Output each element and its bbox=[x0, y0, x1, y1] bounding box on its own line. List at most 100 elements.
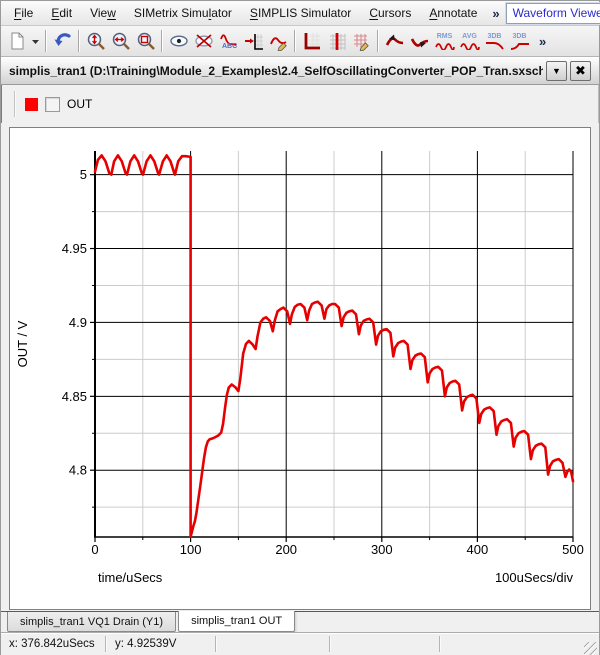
zoom-box-icon bbox=[136, 31, 156, 51]
label-curve-icon: ABC bbox=[219, 31, 239, 51]
rms-icon-label: RMS bbox=[437, 33, 453, 40]
toolbar: ABC RMS AVG 3DB 3DB » bbox=[1, 26, 599, 57]
statusbar-separator bbox=[215, 636, 217, 652]
db-low-icon-label: 3DB bbox=[487, 33, 501, 40]
svg-text:100uSecs/div: 100uSecs/div bbox=[495, 570, 574, 585]
show-curve-button[interactable] bbox=[166, 28, 191, 54]
tab-simplis-tran1-vq1-drain-y1[interactable]: simplis_tran1 VQ1 Drain (Y1) bbox=[7, 612, 176, 632]
menu-item-simplis-simulator[interactable]: SIMPLIS Simulator bbox=[241, 3, 360, 23]
svg-text:4.9: 4.9 bbox=[69, 315, 87, 330]
toolbar-separator bbox=[45, 30, 47, 52]
hide-curve-button[interactable] bbox=[191, 28, 216, 54]
add-axis-button[interactable] bbox=[241, 28, 266, 54]
show-curve-icon bbox=[169, 31, 189, 51]
label-curve-button[interactable]: ABC bbox=[216, 28, 241, 54]
toolbar-separator bbox=[78, 30, 80, 52]
legend-strip: OUT bbox=[1, 85, 599, 123]
status-bar: x: 376.842uSecs y: 4.92539V bbox=[1, 632, 599, 655]
svg-text:300: 300 bbox=[371, 542, 393, 557]
curve-up-button[interactable] bbox=[382, 28, 407, 54]
graph-tabs: simplis_tran1 VQ1 Drain (Y1)simplis_tran… bbox=[1, 612, 599, 632]
zoom-x-icon bbox=[111, 31, 131, 51]
svg-text:5: 5 bbox=[80, 167, 87, 182]
cursor-x-readout: x: 376.842uSecs bbox=[1, 638, 105, 650]
new-document-icon bbox=[7, 31, 27, 51]
undo-button[interactable] bbox=[50, 28, 75, 54]
zoom-y-button[interactable] bbox=[83, 28, 108, 54]
curve-down-icon bbox=[410, 31, 430, 51]
toolbar-overflow-chevron-icon[interactable]: » bbox=[534, 34, 551, 49]
dropdown-caret-icon bbox=[31, 31, 40, 51]
svg-text:400: 400 bbox=[467, 542, 489, 557]
waveform-plot[interactable]: 5 4.95 4.9 4.85 4.8 0 100 200 300 400 500 time/uSec… bbox=[10, 128, 592, 609]
cursor-y-readout: y: 4.92539V bbox=[107, 638, 215, 650]
svg-text:OUT / V: OUT / V bbox=[15, 320, 30, 367]
menu-item-annotate[interactable]: Annotate bbox=[420, 3, 486, 23]
new-document-button[interactable] bbox=[4, 28, 29, 54]
zoom-box-button[interactable] bbox=[133, 28, 158, 54]
viewer-mode-select[interactable]: Waveform Viewer ▼ bbox=[506, 3, 600, 24]
svg-text:ABC: ABC bbox=[222, 43, 237, 50]
menu-item-view[interactable]: View bbox=[81, 3, 125, 23]
close-graph-button[interactable]: ✖ bbox=[570, 61, 591, 81]
rms-button[interactable]: RMS bbox=[432, 28, 457, 54]
undo-icon bbox=[53, 31, 73, 51]
legend-groove bbox=[14, 91, 16, 117]
db-high-icon-label: 3DB bbox=[512, 33, 526, 40]
db-high-button[interactable]: 3DB bbox=[507, 28, 532, 54]
menu-item-cursors[interactable]: Cursors bbox=[360, 3, 420, 23]
add-grid-icon bbox=[327, 31, 347, 51]
toolbar-separator bbox=[161, 30, 163, 52]
graph-title-bar: simplis_tran1 (D:\Training\Module_2_Exam… bbox=[1, 57, 599, 85]
svg-text:4.95: 4.95 bbox=[62, 241, 87, 256]
edit-grid-icon bbox=[352, 31, 372, 51]
curve-color-swatch bbox=[25, 98, 38, 111]
svg-text:500: 500 bbox=[562, 542, 584, 557]
menu-item-edit[interactable]: Edit bbox=[42, 3, 81, 23]
db-high-icon bbox=[510, 40, 530, 50]
menu-items: FileEditViewSIMetrix SimulatorSIMPLIS Si… bbox=[5, 3, 486, 23]
zoom-y-icon bbox=[86, 31, 106, 51]
curve-up-icon bbox=[385, 31, 405, 51]
tab-simplis-tran1-out[interactable]: simplis_tran1 OUT bbox=[178, 611, 295, 632]
add-y-axis-icon bbox=[302, 31, 322, 51]
svg-text:4.8: 4.8 bbox=[69, 463, 87, 478]
waveform-viewer-window: FileEditViewSIMetrix SimulatorSIMPLIS Si… bbox=[0, 0, 600, 655]
avg-icon bbox=[460, 40, 480, 50]
viewer-mode-value: Waveform Viewer bbox=[507, 6, 600, 20]
statusbar-separator bbox=[329, 636, 331, 652]
add-grid-button[interactable] bbox=[324, 28, 349, 54]
edit-curve-button[interactable] bbox=[266, 28, 291, 54]
svg-text:100: 100 bbox=[180, 542, 202, 557]
graph-title: simplis_tran1 (D:\Training\Module_2_Exam… bbox=[9, 64, 543, 78]
svg-text:200: 200 bbox=[275, 542, 297, 557]
menu-overflow-chevron-icon[interactable]: » bbox=[486, 6, 505, 21]
edit-grid-button[interactable] bbox=[349, 28, 374, 54]
toolbar-separator bbox=[294, 30, 296, 52]
menu-bar: FileEditViewSIMetrix SimulatorSIMPLIS Si… bbox=[1, 1, 599, 26]
hide-curve-icon bbox=[194, 31, 214, 51]
plot-panel: 5 4.95 4.9 4.85 4.8 0 100 200 300 400 500 time/uSec… bbox=[9, 127, 591, 610]
curve-name-label: OUT bbox=[67, 97, 92, 111]
avg-icon-label: AVG bbox=[462, 33, 477, 40]
curve-visibility-checkbox[interactable] bbox=[45, 97, 60, 112]
add-y-axis-button[interactable] bbox=[299, 28, 324, 54]
menu-item-file[interactable]: File bbox=[5, 3, 42, 23]
dropdown-caret-button[interactable] bbox=[29, 28, 42, 54]
db-low-icon bbox=[485, 40, 505, 50]
rms-icon bbox=[435, 40, 455, 50]
svg-text:4.85: 4.85 bbox=[62, 389, 87, 404]
svg-text:0: 0 bbox=[91, 542, 98, 557]
curve-down-button[interactable] bbox=[407, 28, 432, 54]
toolbar-separator bbox=[377, 30, 379, 52]
db-low-button[interactable]: 3DB bbox=[482, 28, 507, 54]
statusbar-separator bbox=[439, 636, 441, 652]
menu-item-simetrix-simulator[interactable]: SIMetrix Simulator bbox=[125, 3, 241, 23]
zoom-x-button[interactable] bbox=[108, 28, 133, 54]
edit-curve-icon bbox=[269, 31, 289, 51]
collapse-graph-button[interactable]: ▼ bbox=[546, 61, 567, 81]
resize-grip[interactable] bbox=[584, 642, 597, 655]
add-axis-icon bbox=[244, 31, 264, 51]
avg-button[interactable]: AVG bbox=[457, 28, 482, 54]
svg-text:time/uSecs: time/uSecs bbox=[98, 570, 163, 585]
